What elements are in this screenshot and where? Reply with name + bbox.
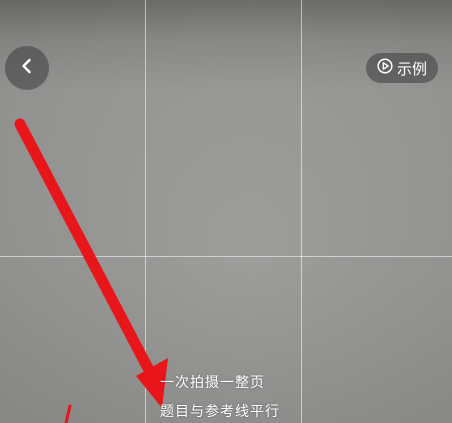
grid-line-horizontal bbox=[0, 256, 452, 257]
grid-line-vertical-right bbox=[301, 0, 302, 423]
example-button-label: 示例 bbox=[396, 59, 427, 78]
play-outline-icon bbox=[377, 58, 393, 78]
grid-line-vertical-left bbox=[145, 0, 146, 423]
example-button[interactable]: 示例 bbox=[366, 53, 438, 83]
back-button[interactable] bbox=[5, 46, 49, 90]
chevron-left-icon bbox=[17, 56, 37, 80]
hint-line-1: 一次拍摄一整页 bbox=[160, 375, 265, 391]
camera-viewfinder: 示例 一次拍摄一整页 题目与参考线平行 bbox=[0, 0, 452, 423]
hint-line-2: 题目与参考线平行 bbox=[160, 404, 280, 420]
